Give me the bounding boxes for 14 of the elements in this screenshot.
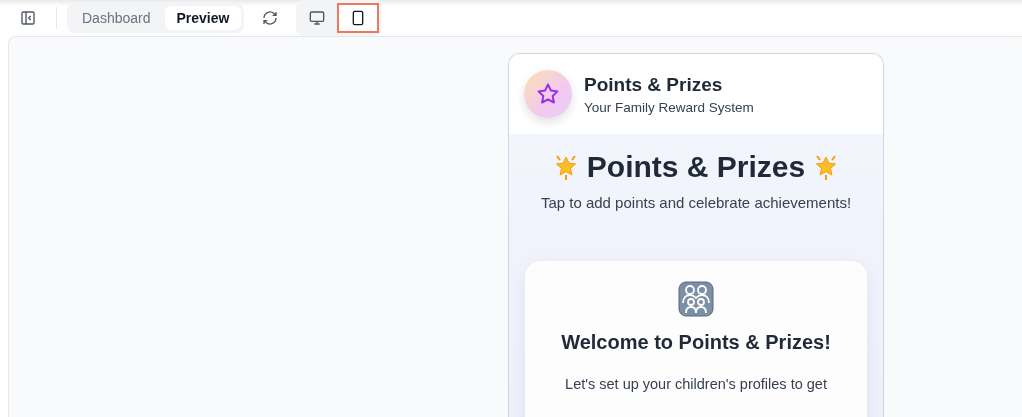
hero-title: Points & Prizes xyxy=(586,150,806,184)
sidebar-icon xyxy=(20,10,36,26)
app-tagline: Your Family Reward System xyxy=(584,99,754,115)
welcome-text: Let's set up your children's profiles to get xyxy=(565,376,827,392)
hero-subtitle: Tap to add points and celebrate achievements! xyxy=(539,194,853,211)
monitor-icon xyxy=(309,10,326,26)
view-tab[interactable]: Preview xyxy=(164,6,242,30)
device-button[interactable] xyxy=(337,3,380,33)
app-name: Points & Prizes xyxy=(584,73,724,96)
view-tab[interactable]: Dashboard xyxy=(70,6,163,30)
star-icon xyxy=(536,82,560,106)
welcome-title: Welcome to Points & Prizes! xyxy=(561,331,831,354)
family-icon xyxy=(678,281,714,317)
refresh-icon xyxy=(262,10,279,26)
